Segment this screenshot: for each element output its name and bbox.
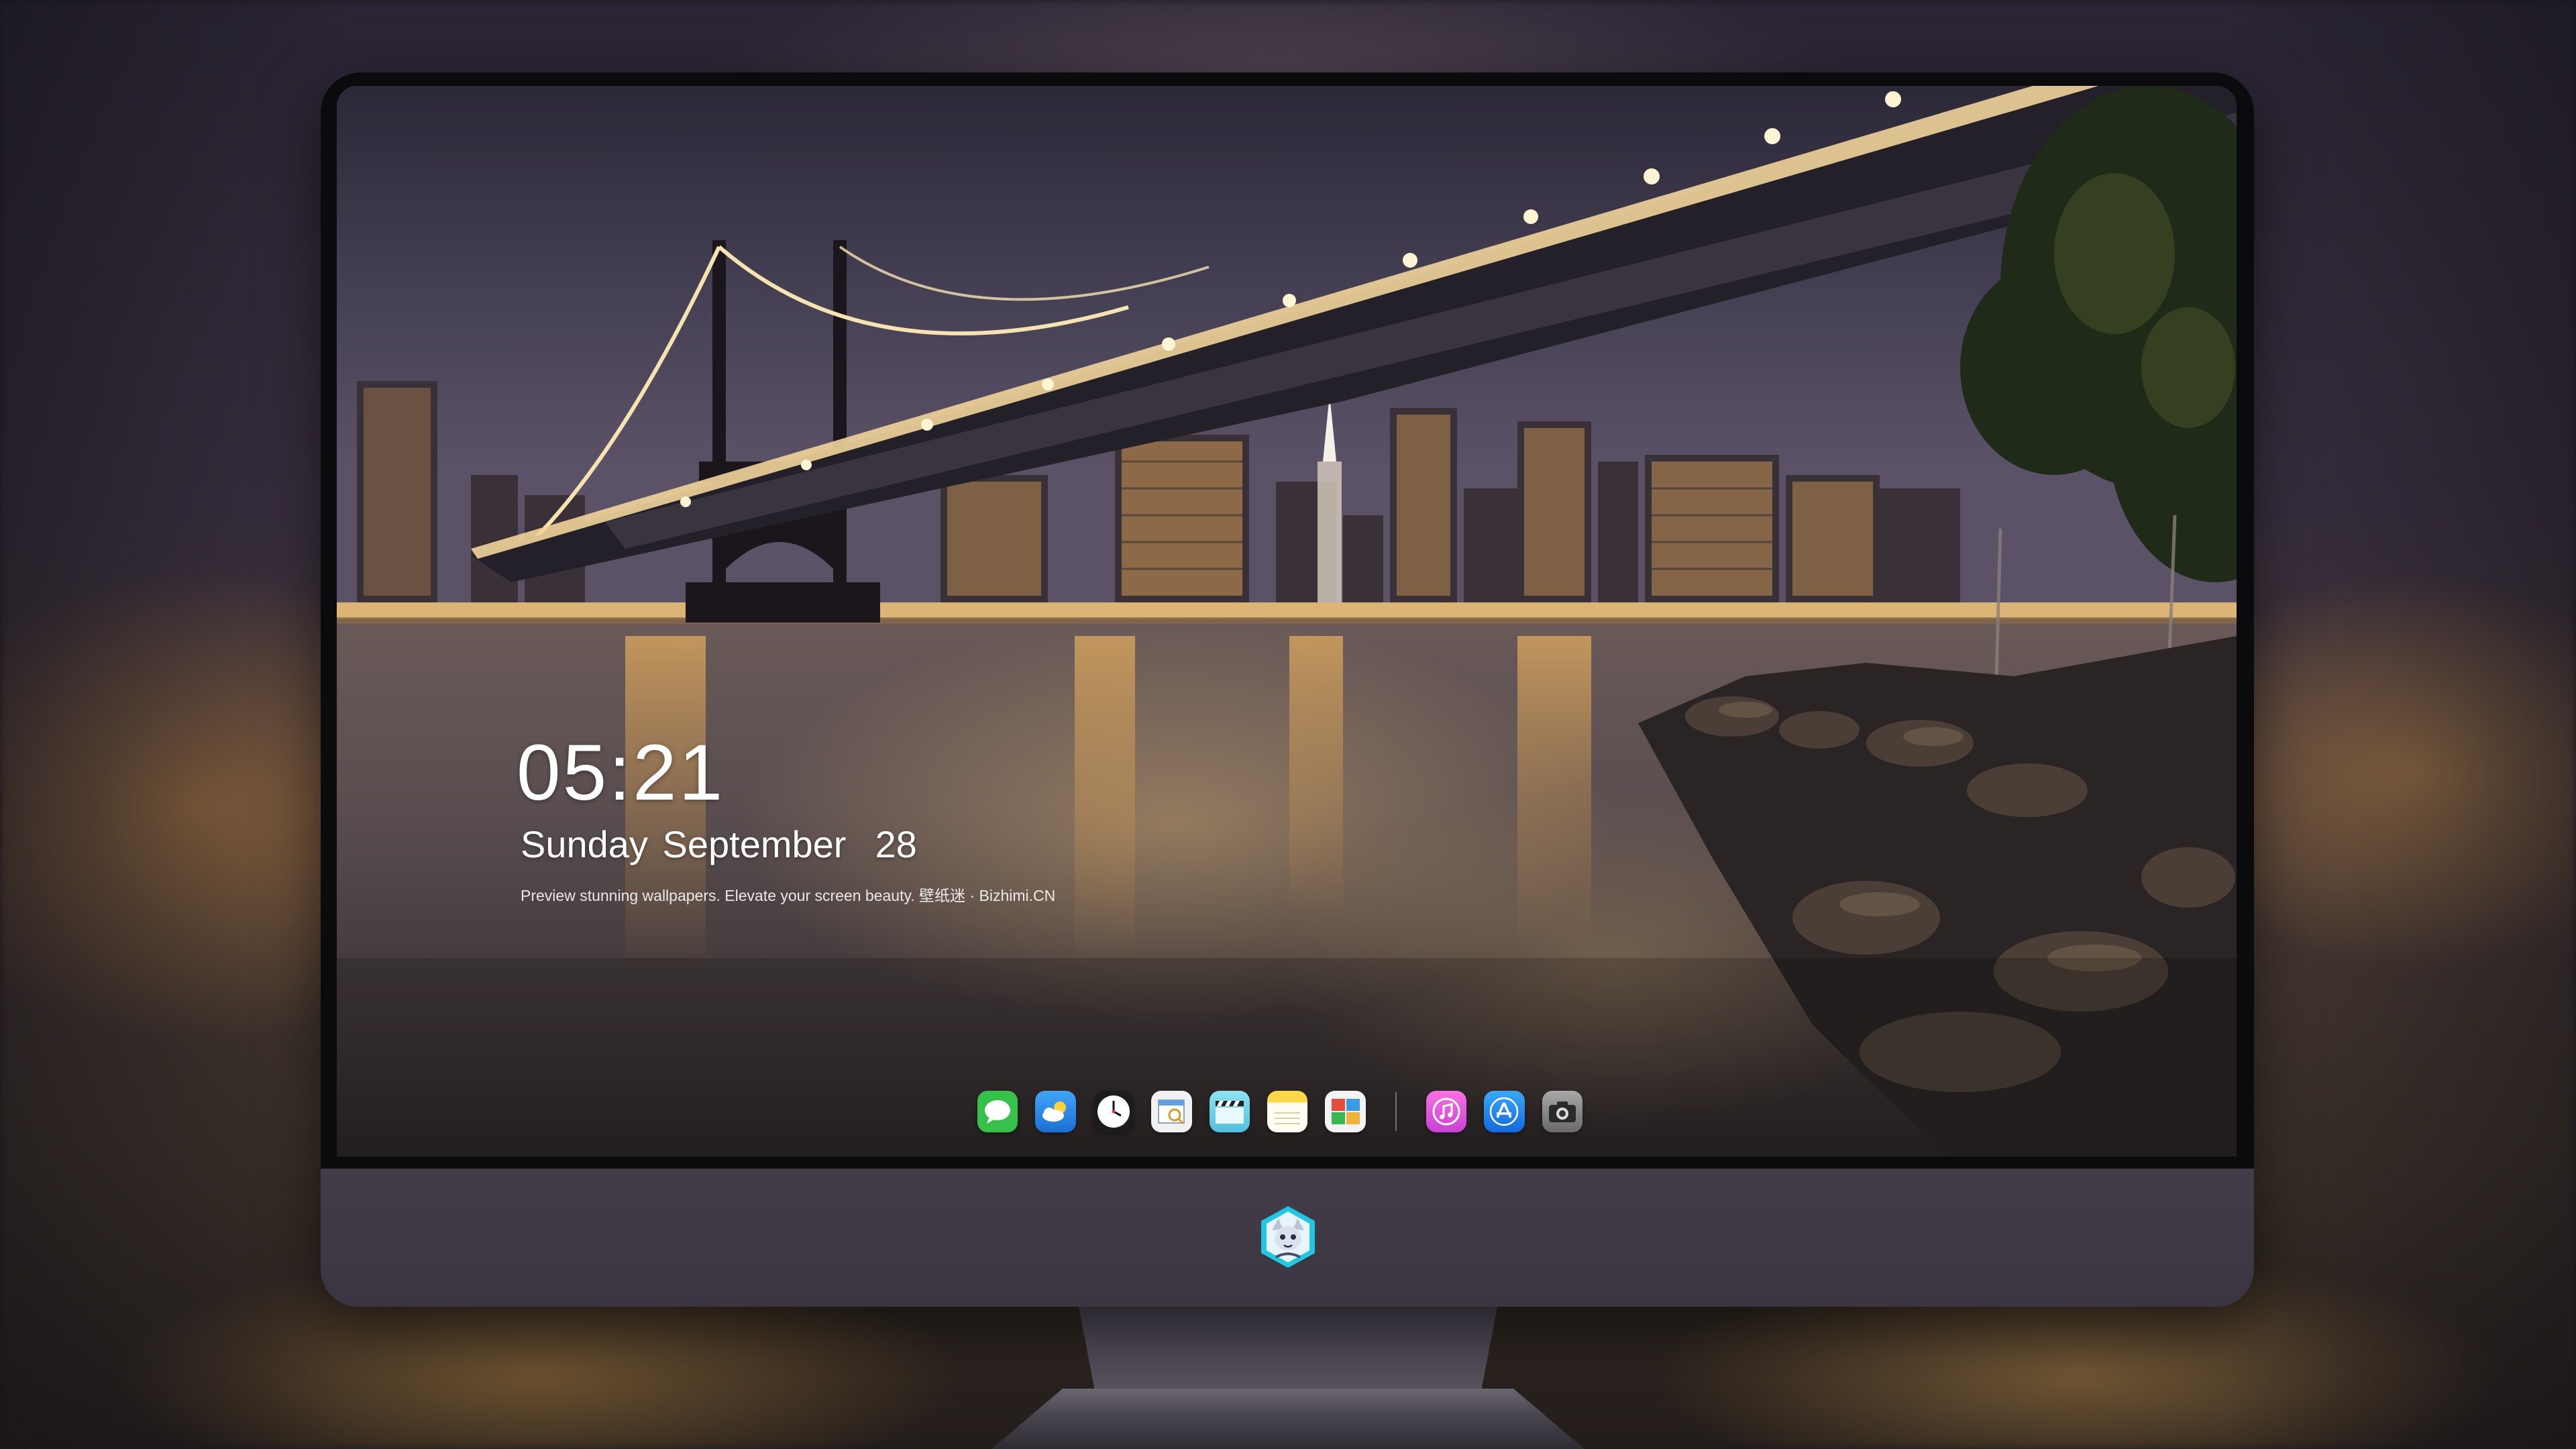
monitor-stand-neck [1079,1307,1497,1394]
photo-booth-icon[interactable] [1325,1091,1366,1132]
dock [977,1081,1583,1142]
lockscreen-date: Sunday September 28 [521,823,917,865]
music-icon[interactable] [1426,1091,1467,1132]
dragon-mascot-logo-icon [1256,1203,1320,1271]
backdrop-shade-right [2227,0,2576,1449]
app-store-icon[interactable] [1484,1091,1525,1132]
preview-icon[interactable] [1151,1091,1192,1132]
backdrop-shade-left [0,0,349,1449]
messages-icon[interactable] [977,1091,1018,1132]
lockscreen-time: 05:21 [517,729,725,817]
scene: 05:21 Sunday September 28 Preview stunni… [0,0,2576,1449]
clock-icon[interactable] [1093,1091,1134,1132]
camera-icon[interactable] [1542,1091,1583,1132]
monitor-stand-base [991,1389,1585,1449]
weather-icon[interactable] [1035,1091,1076,1132]
dock-separator [1395,1092,1397,1131]
lock-screen: 05:21 Sunday September 28 Preview stunni… [337,86,2237,1157]
bridge-night-wallpaper [337,86,2237,1157]
notes-icon[interactable] [1267,1091,1308,1132]
video-icon[interactable] [1209,1091,1250,1132]
lockscreen-tagline: Preview stunning wallpapers. Elevate you… [521,887,1056,904]
